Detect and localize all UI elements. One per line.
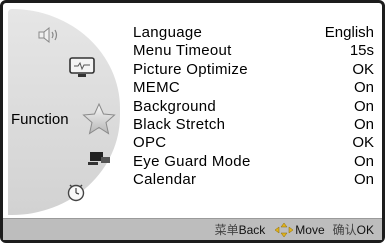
picture-icon[interactable] [69,57,95,79]
key-hint-bar: 菜单 Back Move 确认 OK [3,218,382,240]
menu-row-menu-timeout[interactable]: Menu Timeout 15s [133,42,382,60]
menu-item-label: OPC [133,134,167,152]
back-hint: 菜单 Back [215,221,266,238]
menu-item-label: Language [133,24,203,41]
menu-item-value: 15s [349,42,374,60]
move-hint-label: Move [295,222,325,237]
menu-item-label: Picture Optimize [133,60,248,78]
menu-item-value: On [353,97,374,115]
ok-hint: 确认 OK [333,221,374,238]
menu-item-value: On [353,152,374,170]
menu-item-label: Eye Guard Mode [133,152,251,170]
menu-row-language[interactable]: Language English [133,24,382,42]
menu-row-black-stretch[interactable]: Black Stretch On [133,116,382,134]
menu-row-background[interactable]: Background On [133,98,382,116]
clock-icon[interactable] [66,182,86,202]
back-hint-label: Back [238,222,266,237]
menu-item-label: MEMC [133,79,181,97]
menu-item-label: Menu Timeout [133,42,232,60]
menu-row-picture-optimize[interactable]: Picture Optimize OK [133,61,382,79]
menu-item-label: Background [133,97,217,115]
menu-item-label: Calendar [133,171,197,189]
speaker-icon[interactable] [37,27,61,43]
menu-item-value: On [353,171,374,189]
ok-hint-label: OK [356,222,374,237]
menu-row-opc[interactable]: OPC OK [133,134,382,152]
menu-row-memc[interactable]: MEMC On [133,79,382,97]
active-category-label: Function [11,111,69,128]
menu-row-eye-guard-mode[interactable]: Eye Guard Mode On [133,153,382,171]
back-key-label: 菜单 [214,223,239,237]
menu-item-value: OK [352,60,374,78]
settings-list: Language English Menu Timeout 15s Pictur… [133,24,382,190]
menu-row-calendar[interactable]: Calendar On [133,171,382,189]
menu-item-value: OK [352,134,374,152]
star-icon[interactable] [82,103,116,135]
settings-icon[interactable] [87,148,111,166]
direction-arrows-icon [275,222,294,237]
move-hint: Move [273,222,325,237]
menu-item-value: On [353,79,374,97]
menu-item-value: On [353,115,374,133]
menu-item-value: English [324,24,374,41]
menu-item-label: Black Stretch [133,115,226,133]
ok-key-label: 确认 [332,223,357,237]
osd-menu: Function Language English Menu Timeout 1… [0,0,385,243]
